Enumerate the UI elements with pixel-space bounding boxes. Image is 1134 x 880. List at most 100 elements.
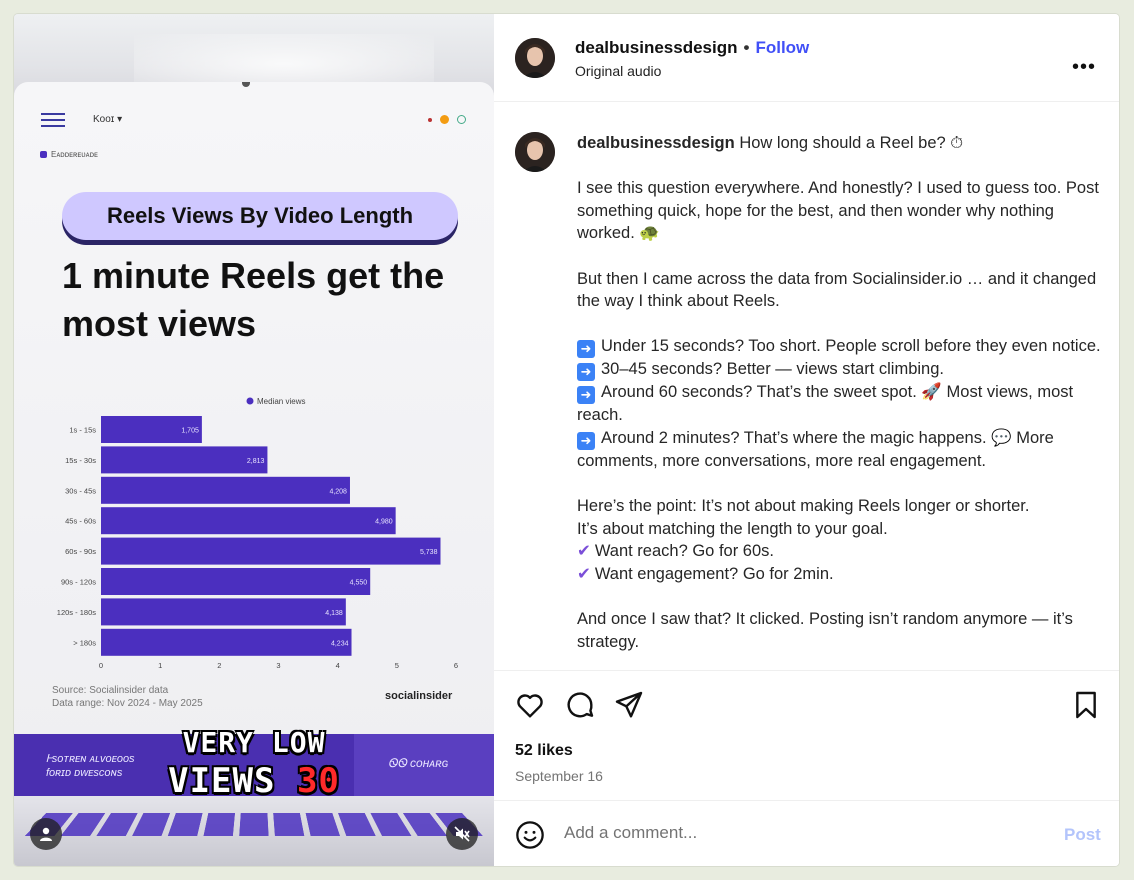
reel-media[interactable]: Kᴏᴏɪ ▾ Eᴀᴅᴅᴇʀᴇᴜᴀᴅᴇ Reels Views By Video … bbox=[14, 14, 494, 866]
bar-value-label: 4,138 bbox=[325, 610, 343, 617]
separator-dot: • bbox=[743, 38, 750, 57]
y-tick-label: > 180s bbox=[73, 638, 96, 647]
source-line: Source: Socialinsider data bbox=[52, 685, 169, 696]
bar-chart: Median views 1s - 15s 1,705 15s - 30s 2,813 3… bbox=[57, 397, 458, 670]
banner-right-text: ᏫᏫ ᴄᴏʜᴀʀɢ bbox=[388, 756, 449, 770]
check-icon: ✔ bbox=[577, 564, 591, 583]
emoji-icon[interactable] bbox=[514, 819, 546, 851]
post-header: dealbusinessdesign • Follow Original audio… bbox=[494, 14, 1119, 102]
post-details-panel: dealbusinessdesign • Follow Original audio… bbox=[494, 14, 1119, 866]
date-range-line: Data range: Nov 2024 - May 2025 bbox=[52, 698, 203, 709]
post-comment-button[interactable]: Post bbox=[1064, 825, 1101, 845]
profile-photo-icon bbox=[515, 132, 555, 172]
chart-pill-title: Reels Views By Video Length bbox=[62, 192, 458, 240]
post-modal: Kᴏᴏɪ ▾ Eᴀᴅᴅᴇʀᴇᴜᴀᴅᴇ Reels Views By Video … bbox=[14, 14, 1119, 866]
caption-bullet: Under 15 seconds? Too short. People scro… bbox=[601, 337, 1101, 356]
banner-text-line: fᴏʀɪᴅ ᴅᴡᴇsᴄᴏɴs bbox=[46, 767, 123, 779]
x-tick-label: 4 bbox=[336, 661, 340, 670]
muted-speaker-icon bbox=[454, 826, 470, 842]
heart-icon[interactable] bbox=[514, 689, 546, 721]
check-icon: ✔ bbox=[577, 542, 591, 561]
chart-source: Source: Socialinsider data Data range: N… bbox=[52, 684, 203, 710]
right-arrow-icon: ➜ bbox=[577, 386, 595, 405]
person-icon bbox=[40, 827, 52, 841]
dot-icon bbox=[440, 115, 449, 124]
caption-username[interactable]: dealbusinessdesign bbox=[577, 134, 735, 152]
bar bbox=[101, 598, 346, 626]
y-tick-label: 30s - 45s bbox=[65, 486, 96, 495]
tablet-subtitle: Eᴀᴅᴅᴇʀᴇᴜᴀᴅᴇ bbox=[40, 150, 98, 159]
hamburger-icon bbox=[41, 113, 65, 127]
comment-icon[interactable] bbox=[564, 689, 596, 721]
caption-text: dealbusinessdesign How long should a Ree… bbox=[577, 132, 1107, 653]
y-tick-label: 1s - 15s bbox=[69, 426, 96, 435]
x-tick-label: 1 bbox=[158, 661, 162, 670]
overlay-line-1: VERY LOW bbox=[182, 726, 326, 759]
x-tick-label: 3 bbox=[276, 661, 280, 670]
right-arrow-icon: ➜ bbox=[577, 363, 595, 382]
x-tick-label: 5 bbox=[395, 661, 399, 670]
keyboard-keys bbox=[24, 813, 488, 837]
user-tag-button[interactable] bbox=[30, 818, 62, 850]
y-tick-label: 60s - 90s bbox=[65, 547, 96, 556]
caption-bullet: Around 2 minutes? That’s where the magic… bbox=[577, 428, 1054, 470]
caption-paragraph: It’s about matching the length to your g… bbox=[577, 519, 888, 538]
banner-text-line: Ꮀsᴏᴛʀᴇɴ ᴀʟᴠᴏᴇᴏᴏs bbox=[46, 753, 135, 765]
dot-icon bbox=[428, 117, 432, 122]
share-icon[interactable] bbox=[613, 689, 645, 721]
header-username[interactable]: dealbusinessdesign bbox=[575, 38, 738, 57]
x-tick-label: 6 bbox=[454, 661, 458, 670]
bar bbox=[101, 537, 441, 565]
bar-value-label: 1,705 bbox=[181, 428, 199, 435]
more-options-button[interactable]: ••• bbox=[1072, 56, 1096, 79]
caption-avatar[interactable] bbox=[515, 132, 555, 172]
post-actions: 52 likes September 16 bbox=[494, 670, 1119, 800]
dot-icon bbox=[457, 115, 466, 124]
square-icon bbox=[40, 151, 47, 158]
tablet-title: Kᴏᴏɪ ▾ bbox=[93, 114, 123, 125]
right-arrow-icon: ➜ bbox=[577, 340, 595, 359]
bar bbox=[101, 568, 371, 595]
right-arrow-icon: ➜ bbox=[577, 431, 595, 450]
original-audio-link[interactable]: Original audio bbox=[575, 63, 661, 79]
bar-value-label: 4,208 bbox=[329, 488, 347, 495]
bar-value-label: 2,813 bbox=[247, 458, 265, 465]
tablet-status-dots bbox=[428, 115, 466, 124]
bar-value-label: 4,980 bbox=[375, 519, 393, 526]
caption-paragraph: And once I saw that? It clicked. Posting… bbox=[577, 610, 1073, 651]
profile-photo-icon bbox=[515, 38, 555, 78]
y-tick-label: 45s - 60s bbox=[65, 517, 96, 526]
post-date: September 16 bbox=[515, 768, 603, 784]
legend-marker bbox=[246, 397, 254, 405]
y-tick-label: 90s - 120s bbox=[61, 578, 96, 587]
x-tick-label: 2 bbox=[217, 661, 221, 670]
header-user-line: dealbusinessdesign • Follow bbox=[575, 38, 809, 58]
caption-paragraph: I see this question everywhere. And hone… bbox=[577, 179, 1099, 243]
socialinsider-logo: socialinsider bbox=[385, 690, 453, 702]
banner-left-text: Ꮀsᴏᴛʀᴇɴ ᴀʟᴠᴏᴇᴏᴏs fᴏʀɪᴅ ᴅᴡᴇsᴄᴏɴs bbox=[46, 752, 135, 780]
caption-checkitem: Want engagement? Go for 2min. bbox=[594, 564, 834, 583]
follow-button[interactable]: Follow bbox=[755, 38, 809, 57]
bar bbox=[101, 628, 352, 656]
bar-value-label: 4,234 bbox=[331, 640, 349, 647]
overlay-views-text: VIEWS bbox=[168, 761, 297, 801]
caption-paragraph: But then I came across the data from Soc… bbox=[577, 269, 1097, 311]
comment-input[interactable] bbox=[564, 821, 1004, 845]
mute-button[interactable] bbox=[446, 818, 478, 850]
caption-scroll-area[interactable]: dealbusinessdesign How long should a Ree… bbox=[494, 114, 1119, 670]
caption-paragraph: Here’s the point: It’s not about making … bbox=[577, 497, 1030, 516]
legend-label: Median views bbox=[257, 397, 305, 406]
overlay-caption: VERY LOW VIEWS 30 bbox=[164, 724, 344, 800]
caption-bullet: 30–45 seconds? Better — views start clim… bbox=[601, 360, 944, 379]
y-tick-label: 120s - 180s bbox=[57, 608, 96, 617]
caption-line: How long should a Reel be? ⏱ bbox=[739, 134, 964, 152]
bar bbox=[101, 476, 350, 504]
caption-bullet: Around 60 seconds? That’s the sweet spot… bbox=[577, 383, 1074, 425]
y-tick-label: 15s - 30s bbox=[65, 456, 96, 465]
bar bbox=[101, 446, 268, 474]
overlay-views-number: 30 bbox=[296, 761, 340, 801]
avatar[interactable] bbox=[515, 38, 555, 78]
likes-count[interactable]: 52 likes bbox=[515, 742, 573, 760]
overlay-line-2: VIEWS 30 bbox=[164, 762, 344, 800]
bookmark-icon[interactable] bbox=[1070, 689, 1102, 721]
